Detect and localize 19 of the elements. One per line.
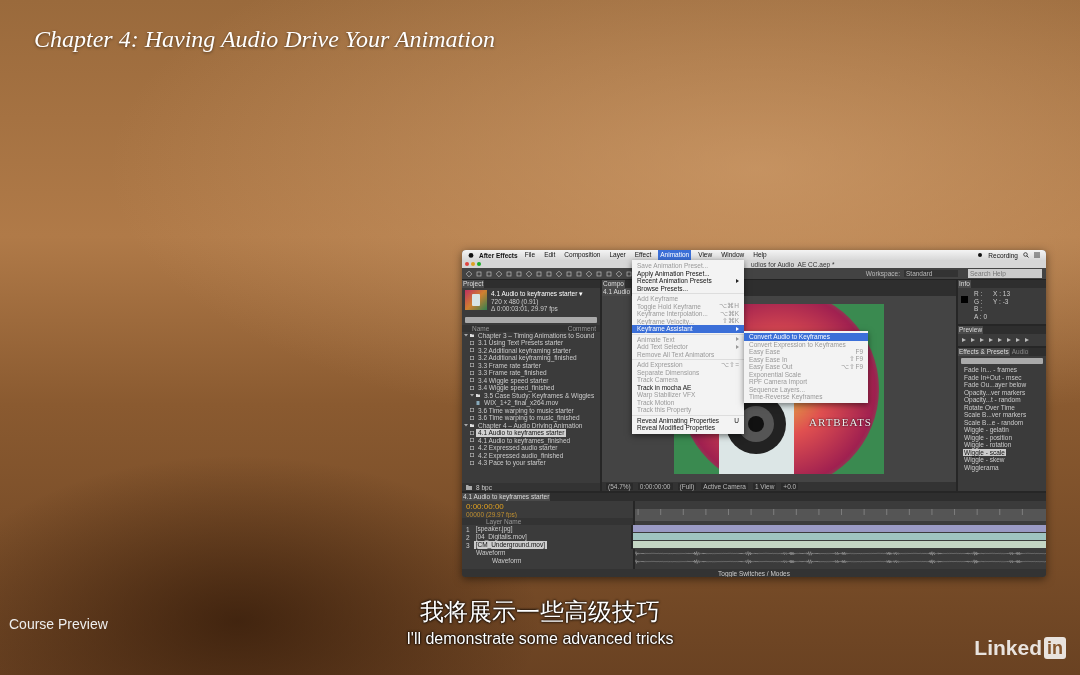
effects-search-field[interactable] xyxy=(961,358,1043,364)
subtitle-english: I'll demonstrate some advanced tricks xyxy=(406,630,674,648)
folder-icon xyxy=(470,333,474,338)
color-swatch xyxy=(961,296,968,303)
timecode: 0:00:00:00 xyxy=(465,501,505,511)
record-icon xyxy=(977,252,984,258)
logo-word: Linked xyxy=(974,636,1042,660)
folder-icon xyxy=(470,423,474,428)
logo-badge: in xyxy=(1044,637,1066,659)
file-icon xyxy=(476,400,480,405)
close-button[interactable] xyxy=(465,262,469,266)
subtitle-chinese: 我将展示一些高级技巧 xyxy=(420,597,660,628)
course-preview-label: Course Preview xyxy=(9,616,108,632)
search-icon[interactable] xyxy=(1023,252,1029,258)
video-title: Chapter 4: Having Audio Drive Your Animation xyxy=(34,26,495,53)
thumbnail-image xyxy=(465,290,487,310)
project-search-field[interactable] xyxy=(465,316,597,323)
artwork-logo: ARTBEATS xyxy=(809,416,872,428)
folder-icon xyxy=(476,393,480,398)
